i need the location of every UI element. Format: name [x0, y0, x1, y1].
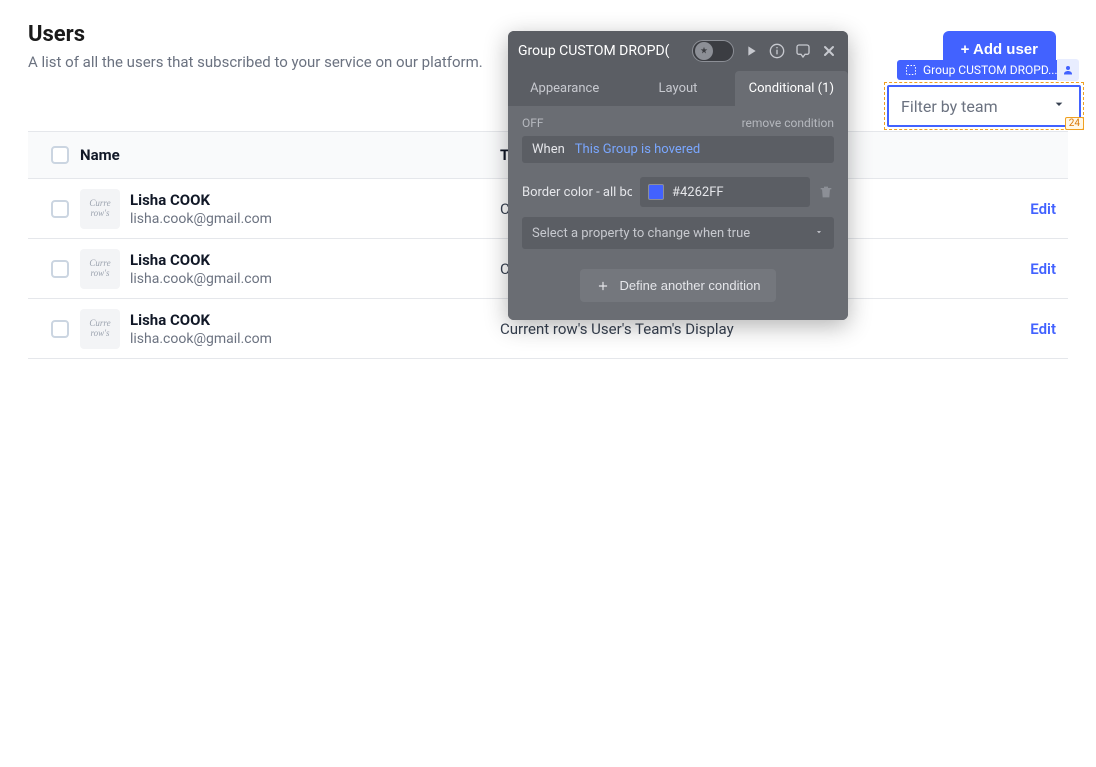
chevron-down-icon: [1051, 96, 1067, 116]
user-name: Lisha COOK: [130, 191, 272, 209]
when-label: When: [532, 142, 565, 157]
row-checkbox[interactable]: [51, 320, 69, 338]
tab-layout[interactable]: Layout: [621, 71, 734, 106]
tab-appearance[interactable]: Appearance: [508, 71, 621, 106]
avatar: Curre row's: [80, 189, 120, 229]
row-checkbox[interactable]: [51, 260, 69, 278]
close-icon[interactable]: [820, 42, 838, 60]
property-value-input[interactable]: #4262FF: [640, 177, 810, 207]
element-selection-tag[interactable]: Group CUSTOM DROPD...: [897, 59, 1079, 81]
add-property-select[interactable]: Select a property to change when true: [522, 217, 834, 249]
panel-title: Group CUSTOM DROPD(: [518, 43, 684, 59]
edit-link[interactable]: Edit: [996, 260, 1056, 278]
property-label: Border color - all bor: [522, 185, 632, 200]
user-name: Lisha COOK: [130, 251, 272, 269]
row-checkbox[interactable]: [51, 200, 69, 218]
user-email: lisha.cook@gmail.com: [130, 211, 272, 227]
property-editor-panel[interactable]: Group CUSTOM DROPD( Appearance Layout Co…: [508, 31, 848, 320]
filter-placeholder: Filter by team: [901, 97, 998, 116]
select-all-checkbox[interactable]: [51, 146, 69, 164]
user-team: Current row's User's Team's Display: [500, 320, 996, 338]
preview-toggle[interactable]: [692, 40, 734, 62]
define-another-condition-button[interactable]: Define another condition: [580, 269, 777, 302]
play-icon[interactable]: [742, 42, 760, 60]
selection-tag-label: Group CUSTOM DROPD...: [923, 63, 1057, 77]
filter-size-badge: 24: [1065, 117, 1084, 130]
user-name: Lisha COOK: [130, 311, 272, 329]
caret-down-icon: [814, 226, 824, 241]
color-swatch[interactable]: [648, 184, 664, 200]
group-icon: [905, 64, 917, 76]
avatar: Curre row's: [80, 249, 120, 289]
selection-tag-user-icon[interactable]: [1057, 59, 1079, 81]
remove-condition-link[interactable]: remove condition: [742, 116, 834, 130]
define-button-label: Define another condition: [620, 278, 761, 293]
info-icon[interactable]: [768, 42, 786, 60]
comment-icon[interactable]: [794, 42, 812, 60]
edit-link[interactable]: Edit: [996, 320, 1056, 338]
user-email: lisha.cook@gmail.com: [130, 331, 272, 347]
property-hex-value: #4262FF: [672, 185, 724, 200]
avatar: Curre row's: [80, 309, 120, 349]
filter-by-team-dropdown[interactable]: Filter by team 24: [884, 82, 1084, 130]
tab-conditional[interactable]: Conditional (1): [735, 71, 848, 106]
edit-link[interactable]: Edit: [996, 200, 1056, 218]
condition-off-label: OFF: [522, 116, 544, 130]
column-header-name: Name: [80, 146, 500, 164]
trash-icon[interactable]: [818, 184, 834, 200]
when-expression: This Group is hovered: [575, 142, 700, 157]
add-property-placeholder: Select a property to change when true: [532, 226, 750, 241]
user-email: lisha.cook@gmail.com: [130, 271, 272, 287]
when-expression-input[interactable]: When This Group is hovered: [522, 136, 834, 163]
